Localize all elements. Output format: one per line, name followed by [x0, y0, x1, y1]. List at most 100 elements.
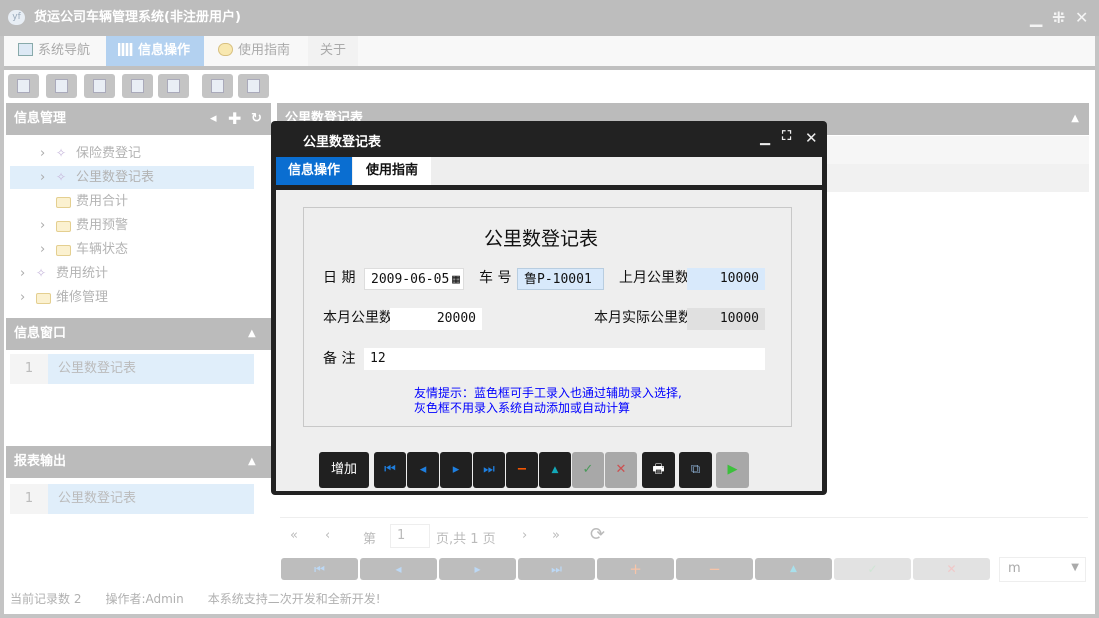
- car-label: 车 号: [479, 267, 511, 287]
- panel-header-report: 报表输出▲: [6, 446, 271, 478]
- status-note: 本系统支持二次开发和全新开发!: [208, 592, 381, 606]
- folder-icon: [56, 245, 71, 256]
- last-record-button[interactable]: ⏭: [518, 558, 595, 580]
- panel-title: 信息管理: [14, 111, 66, 126]
- tab-system-nav[interactable]: 系统导航: [6, 36, 106, 66]
- page-prefix: 第: [363, 528, 376, 547]
- app-title: 货运公司车辆管理系统(非注册用户): [0, 0, 1099, 36]
- panel-header-info-manage: 信息管理 ◂ ✚ ↻: [6, 103, 271, 135]
- row-label: 公里数登记表: [48, 484, 254, 514]
- add-icon[interactable]: ✚: [228, 103, 241, 135]
- list-button[interactable]: [46, 74, 77, 98]
- fullscreen-icon: [247, 79, 260, 93]
- record-count: 当前记录数 2: [10, 592, 81, 606]
- refresh-icon[interactable]: ⟳: [590, 524, 605, 545]
- collapse-up-icon[interactable]: ▲: [1071, 103, 1079, 135]
- next-button[interactable]: ▸: [440, 452, 472, 488]
- tab-label: 关于: [320, 43, 346, 58]
- car-number-field[interactable]: 鲁P-10001: [517, 268, 604, 290]
- tab-about[interactable]: 关于: [308, 36, 358, 66]
- wand-icon: ✧: [56, 146, 71, 160]
- printer-icon: 🖶: [652, 462, 664, 477]
- monitor-icon: [18, 43, 33, 56]
- main-tabs: 系统导航 信息操作 使用指南 关于: [4, 36, 1095, 66]
- calendar-icon[interactable]: ▦: [452, 269, 460, 290]
- wand-icon: ✧: [36, 266, 51, 280]
- confirm-button[interactable]: ✓: [834, 558, 911, 580]
- minimize-icon[interactable]: ▁: [1030, 8, 1042, 27]
- first-button[interactable]: ⏮: [374, 452, 406, 488]
- screen-icon: [167, 79, 180, 93]
- first-page-icon[interactable]: «: [290, 528, 298, 543]
- modal-tab-info-ops[interactable]: 信息操作: [276, 157, 352, 185]
- collapse-up-icon[interactable]: ▲: [248, 446, 256, 478]
- confirm-button[interactable]: ✓: [572, 452, 604, 488]
- modal-title: 公里数登记表: [303, 131, 381, 150]
- last-month-field[interactable]: 10000: [687, 268, 765, 290]
- panel-header-info-window: 信息窗口▲: [6, 318, 271, 350]
- collapse-up-icon[interactable]: ▲: [248, 318, 256, 350]
- prev-page-icon[interactable]: ‹: [325, 528, 330, 543]
- prev-record-button[interactable]: ◂: [360, 558, 437, 580]
- search-icon: [17, 79, 30, 93]
- preview-button[interactable]: ⧉: [679, 452, 712, 488]
- up-button[interactable]: ▲: [755, 558, 832, 580]
- run-button[interactable]: ▶: [716, 452, 749, 488]
- actual-field: 10000: [687, 308, 765, 330]
- row-label: 公里数登记表: [48, 354, 254, 384]
- remark-field[interactable]: 12: [364, 348, 765, 370]
- next-record-button[interactable]: ▸: [439, 558, 516, 580]
- wand-icon: ✧: [56, 170, 71, 184]
- chevron-down-icon: ▼: [1071, 562, 1079, 573]
- tree-label: 公里数登记表: [76, 166, 154, 190]
- unit-select[interactable]: m▼: [999, 557, 1086, 582]
- print-button[interactable]: 🖶: [642, 452, 675, 488]
- date-field[interactable]: 2009-06-05▦: [364, 268, 464, 290]
- collapse-left-icon[interactable]: ◂: [210, 103, 217, 135]
- page-input[interactable]: 1: [390, 524, 430, 548]
- first-record-button[interactable]: ⏮: [281, 558, 358, 580]
- screen-button[interactable]: [158, 74, 189, 98]
- cancel-button[interactable]: ✕: [605, 452, 637, 488]
- list-item[interactable]: 1公里数登记表: [10, 354, 254, 384]
- last-page-icon[interactable]: »: [552, 528, 560, 543]
- next-page-icon[interactable]: ›: [522, 528, 527, 543]
- prev-button[interactable]: ◂: [407, 452, 439, 488]
- add-button[interactable]: 增加: [319, 452, 369, 488]
- this-month-label: 本月公里数: [323, 307, 390, 327]
- modal-tab-guide[interactable]: 使用指南: [353, 157, 431, 185]
- this-month-field[interactable]: 20000: [390, 308, 482, 330]
- tree-label: 维修管理: [56, 286, 108, 310]
- modal-maximize-icon[interactable]: ⛶: [782, 129, 791, 144]
- up-button[interactable]: ▲: [539, 452, 571, 488]
- last-button[interactable]: ⏭: [473, 452, 505, 488]
- delete-record-button[interactable]: −: [676, 558, 753, 580]
- close-icon[interactable]: ✕: [1075, 8, 1088, 27]
- modal-minimize-icon[interactable]: ▁: [760, 131, 770, 146]
- divider: [280, 517, 1088, 518]
- delete-button[interactable]: −: [506, 452, 538, 488]
- tree-label: 费用预警: [76, 214, 128, 238]
- list-icon: [55, 79, 68, 93]
- list-item[interactable]: 1公里数登记表: [10, 484, 254, 514]
- select-value: m: [1008, 561, 1021, 576]
- tab-guide[interactable]: 使用指南: [206, 36, 306, 66]
- tree-label: 费用统计: [56, 262, 108, 286]
- tree-label: 保险费登记: [76, 142, 141, 166]
- refresh-icon[interactable]: ↻: [251, 103, 262, 135]
- fullscreen-button[interactable]: [238, 74, 269, 98]
- date-value: 2009-06-05: [371, 272, 449, 287]
- play-icon: ▶: [728, 462, 738, 477]
- add-record-button[interactable]: +: [597, 558, 674, 580]
- add-window-button[interactable]: [202, 74, 233, 98]
- search-button[interactable]: [8, 74, 39, 98]
- date-label: 日 期: [323, 267, 355, 287]
- document-button[interactable]: [84, 74, 115, 98]
- folder-icon: [56, 197, 71, 208]
- modal-close-icon[interactable]: ✕: [805, 129, 818, 147]
- user-button[interactable]: [122, 74, 153, 98]
- tab-info-ops[interactable]: 信息操作: [106, 36, 204, 66]
- cancel-button[interactable]: ✕: [913, 558, 990, 580]
- document-icon: [93, 79, 106, 93]
- restore-icon[interactable]: ⁜: [1052, 8, 1065, 27]
